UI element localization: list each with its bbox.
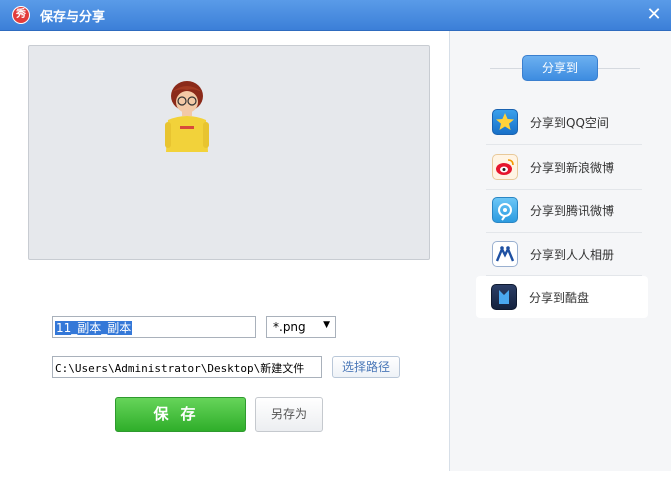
share-panel: 分享到 分享到QQ空间 分享到新浪微博 分享到腾讯微博 分享到人人相册 分享到酷… bbox=[450, 31, 671, 471]
share-item-qzone[interactable]: 分享到QQ空间 bbox=[477, 101, 647, 143]
tencent-weibo-icon bbox=[492, 197, 518, 223]
save-path-input[interactable]: C:\Users\Administrator\Desktop\新建文件 bbox=[52, 356, 322, 378]
app-logo-icon: 秀 bbox=[12, 6, 30, 24]
save-as-button[interactable]: 另存为 bbox=[255, 397, 323, 432]
format-value: *.png bbox=[273, 320, 306, 334]
share-divider bbox=[486, 144, 642, 145]
share-item-label: 分享到人人相册 bbox=[530, 248, 615, 262]
kupan-icon bbox=[491, 284, 517, 310]
share-item-label: 分享到新浪微博 bbox=[530, 161, 615, 175]
sina-weibo-icon bbox=[492, 154, 518, 180]
close-button[interactable]: ✕ bbox=[643, 4, 665, 26]
save-panel: 11_副本_副本 *.png ▼ C:\Users\Administrator\… bbox=[9, 31, 450, 471]
qzone-icon bbox=[492, 109, 518, 135]
choose-path-button[interactable]: 选择路径 bbox=[332, 356, 400, 378]
window-title: 保存与分享 bbox=[40, 10, 106, 25]
renren-icon bbox=[492, 241, 518, 267]
image-preview bbox=[28, 45, 430, 260]
share-item-renren[interactable]: 分享到人人相册 bbox=[477, 233, 647, 275]
share-item-label: 分享到酷盘 bbox=[529, 291, 590, 305]
share-item-label: 分享到QQ空间 bbox=[530, 116, 609, 130]
chevron-down-icon: ▼ bbox=[323, 320, 330, 330]
share-header: 分享到 bbox=[522, 55, 598, 81]
title-bar: 秀 保存与分享 ✕ bbox=[0, 0, 671, 31]
share-item-kupan[interactable]: 分享到酷盘 bbox=[476, 276, 648, 318]
cartoon-avatar-image bbox=[165, 81, 209, 152]
filename-input[interactable]: 11_副本_副本 bbox=[52, 316, 256, 338]
share-item-tencent-weibo[interactable]: 分享到腾讯微博 bbox=[477, 189, 647, 231]
share-item-sina-weibo[interactable]: 分享到新浪微博 bbox=[477, 146, 647, 188]
filename-selected-text: 11_副本_副本 bbox=[55, 321, 133, 335]
share-item-label: 分享到腾讯微博 bbox=[530, 204, 615, 218]
format-select[interactable]: *.png ▼ bbox=[266, 316, 336, 338]
save-button[interactable]: 保存 bbox=[115, 397, 246, 432]
